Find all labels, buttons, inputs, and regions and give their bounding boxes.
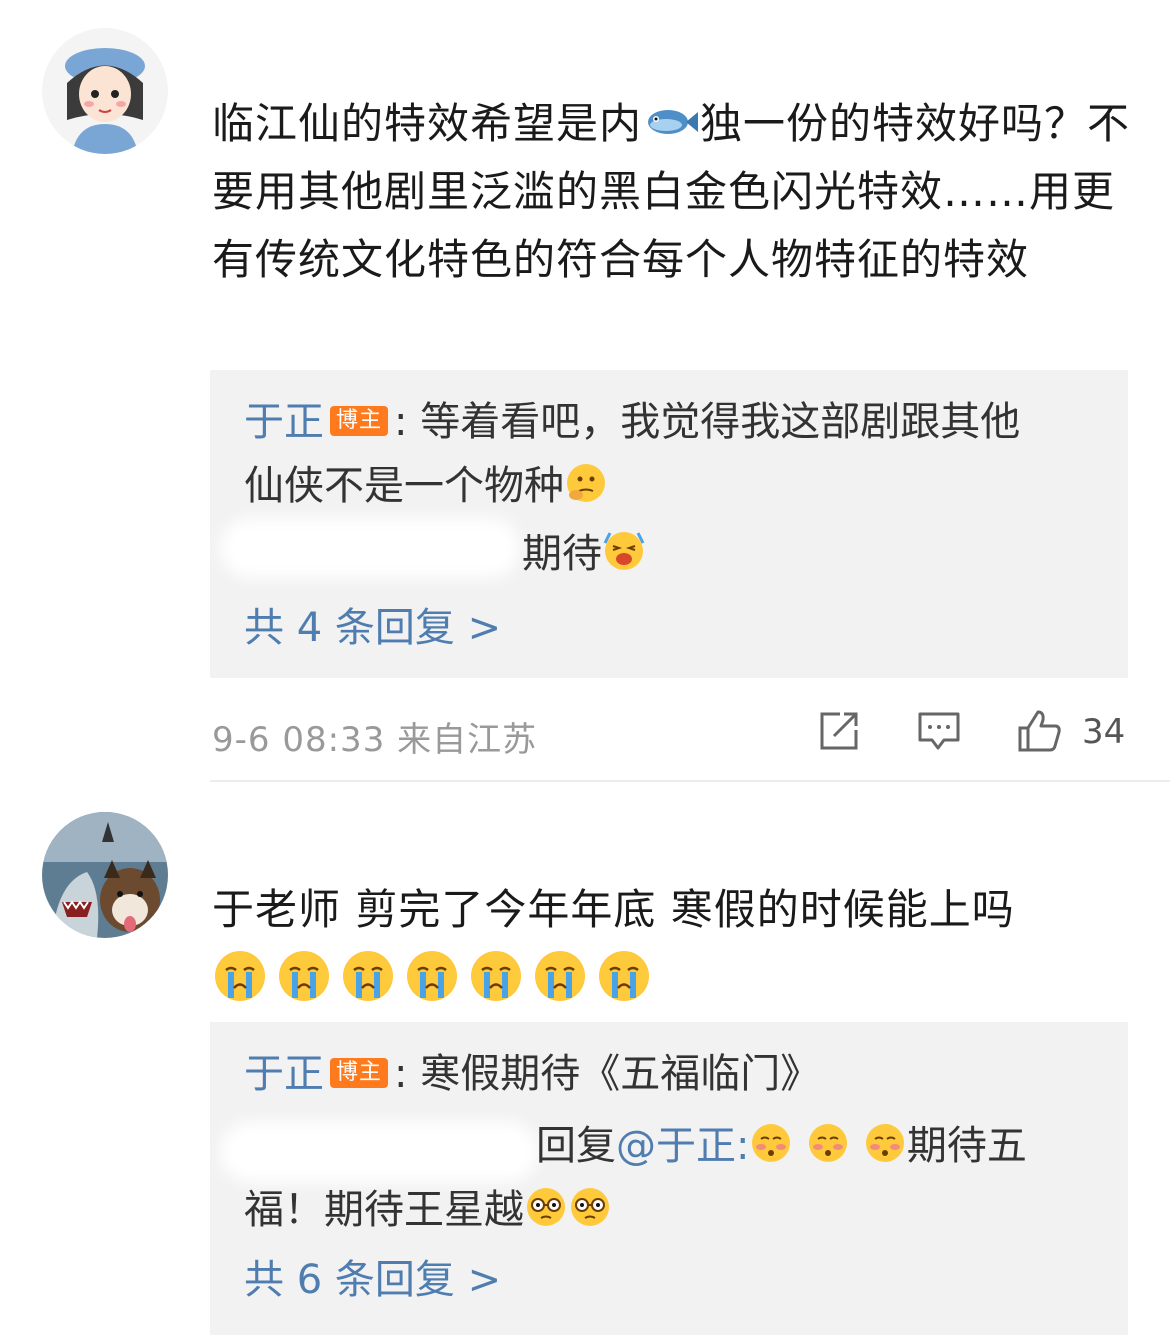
more-replies-link[interactable]: 共 4 条回复 > — [244, 598, 501, 658]
like-button[interactable] — [1016, 708, 1062, 754]
fish-emoji-icon — [642, 100, 700, 144]
blushing-emoji-icon — [863, 1121, 907, 1165]
reply-text: 等着看吧，我觉得我这部剧跟其他 — [420, 399, 1021, 445]
comment-meta: 9-6 08:33 来自江苏 34 — [212, 706, 1130, 760]
reply-author[interactable]: 于正 — [244, 1051, 324, 1097]
thinking-emoji-icon — [564, 461, 608, 505]
glasses-emoji-icon — [524, 1185, 568, 1229]
shark-and-dog-avatar-icon — [42, 812, 168, 938]
comment-text: 临江仙的特效希望是内 独一份的特效好吗？不要用其他剧里泛滥的黑白金色闪光特效……用… — [212, 99, 1131, 284]
redacted-username — [220, 1122, 538, 1182]
crying-emoji-icon — [468, 948, 524, 1004]
share-icon — [820, 712, 858, 750]
reply-item: 回复@于正: 期待五 — [536, 1121, 1027, 1169]
crying-emoji-row — [212, 948, 1132, 1008]
avatar[interactable] — [42, 28, 168, 154]
reply-text: 期待 — [522, 531, 602, 577]
more-replies-link[interactable]: 共 6 条回复 > — [244, 1250, 501, 1310]
reply-text: 期待五 — [906, 1123, 1027, 1169]
crying-emoji-icon — [404, 948, 460, 1004]
like-count: 34 — [1082, 712, 1126, 752]
share-button[interactable] — [816, 708, 862, 754]
divider — [210, 780, 1170, 782]
blogger-badge: 博主 — [330, 406, 389, 436]
reply-text: 寒假期待《五福临门》 — [420, 1051, 821, 1097]
girl-avatar-icon — [42, 28, 168, 154]
crying-emoji-icon — [276, 948, 332, 1004]
timestamp: 9-6 08:33 来自江苏 — [212, 720, 538, 760]
reply-item: 于正 博主: 寒假期待《五福临门》 — [244, 1051, 821, 1097]
comment-icon — [918, 712, 960, 750]
excited-emoji-icon — [602, 529, 646, 573]
blushing-emoji-icon — [806, 1121, 850, 1165]
redacted-username — [220, 518, 520, 578]
crying-emoji-icon — [340, 948, 396, 1004]
reply-box: 于正 博主: 等着看吧，我觉得我这部剧跟其他 仙侠不是一个物种 期待 共 4 条回… — [210, 370, 1128, 678]
crying-emoji-icon — [212, 948, 268, 1004]
glasses-emoji-icon — [568, 1185, 612, 1229]
reply-item-continued: 仙侠不是一个物种 — [244, 456, 608, 516]
reply-item-continued: 福！期待王星越 — [244, 1180, 612, 1240]
crying-emoji-icon — [532, 948, 588, 1004]
reply-text: 仙侠不是一个物种 — [244, 463, 564, 509]
comment-text: 于老师 剪完了今年年底 寒假的时候能上吗 — [212, 876, 1132, 1008]
blushing-emoji-icon — [749, 1121, 793, 1165]
reply-item: 于正 博主: 等着看吧，我觉得我这部剧跟其他 — [244, 399, 1021, 445]
avatar[interactable] — [42, 812, 168, 938]
comment-button[interactable] — [916, 708, 962, 754]
reply-author[interactable]: 于正 — [244, 399, 324, 445]
mention-link[interactable]: @于正: — [616, 1123, 749, 1169]
blogger-badge: 博主 — [330, 1058, 389, 1088]
reply-text: 福！期待王星越 — [244, 1187, 524, 1233]
crying-emoji-icon — [596, 948, 652, 1004]
reply-item: 期待 — [522, 524, 646, 584]
reply-box: 于正 博主: 寒假期待《五福临门》 回复@于正: 期待五 福！期待王星越 共 6 … — [210, 1022, 1128, 1335]
thumbs-up-icon — [1018, 710, 1061, 752]
